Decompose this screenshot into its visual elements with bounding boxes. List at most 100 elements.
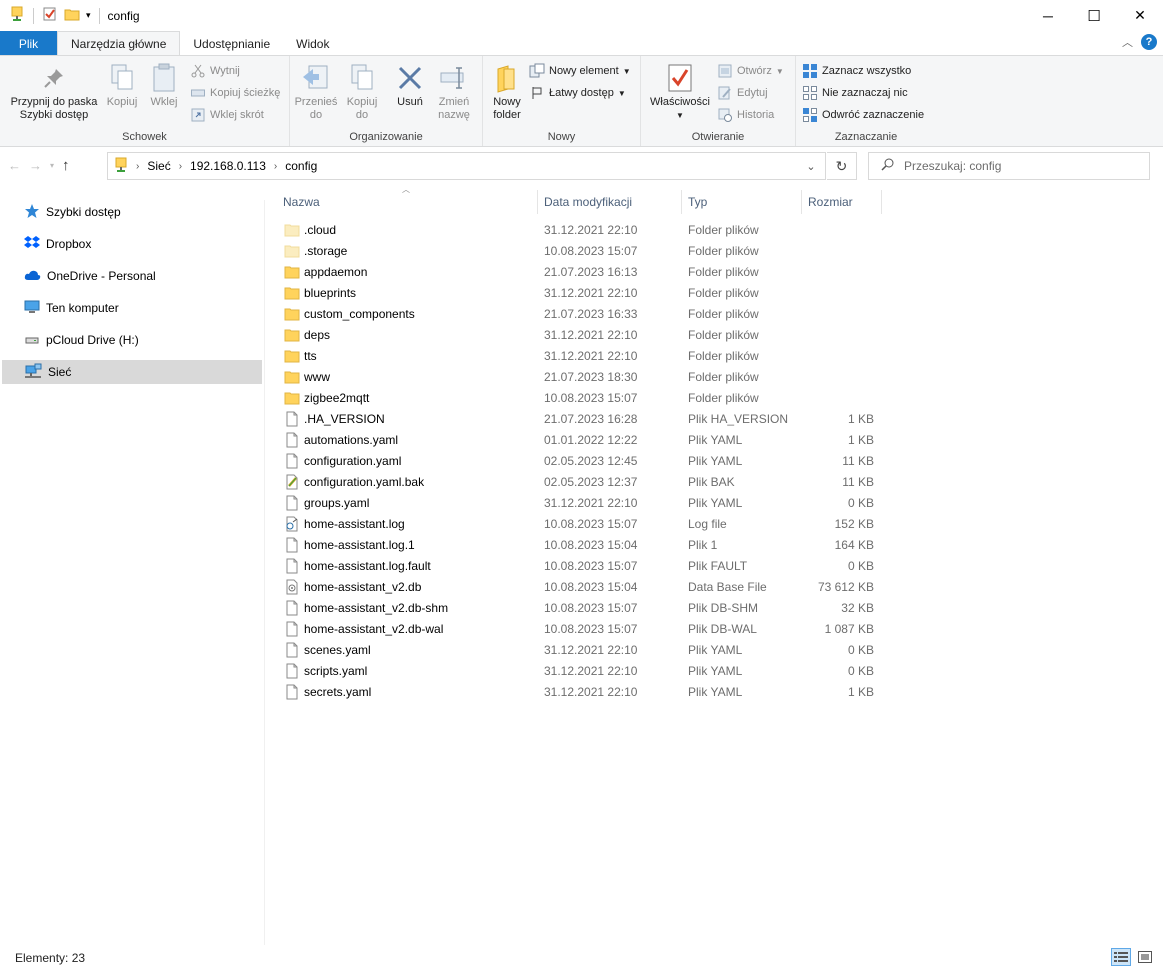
up-icon[interactable]: ↑	[62, 157, 70, 174]
sidebar-item-network[interactable]: Sieć	[2, 360, 262, 384]
file-row[interactable]: configuration.yaml 02.05.2023 12:45 Plik Y…	[276, 451, 876, 472]
file-row[interactable]: home-assistant.log 10.08.2023 15:07 Log fi…	[276, 514, 876, 535]
file-row[interactable]: .cloud 31.12.2021 22:10 Folder plików	[276, 220, 876, 241]
history-button[interactable]: Historia	[717, 106, 774, 124]
file-row[interactable]: home-assistant_v2.db 10.08.2023 15:04 Data…	[276, 577, 876, 598]
properties-icon[interactable]	[42, 6, 58, 25]
address-history-icon[interactable]: ⌄	[797, 153, 825, 179]
cut-button[interactable]: Wytnij	[190, 62, 240, 80]
file-row[interactable]: home-assistant.log.1 10.08.2023 15:04 Plik…	[276, 535, 876, 556]
pin-quick-access-button[interactable]: Przypnij do paska Szybki dostęp	[8, 62, 100, 122]
close-button[interactable]: ✕	[1117, 0, 1163, 31]
file-list: ︿ Nazwa Data modyfikacji Typ Rozmiar .cl…	[276, 185, 1156, 700]
sidebar-item-quick-access[interactable]: Szybki dostęp	[0, 200, 264, 224]
tab-file[interactable]: Plik	[0, 31, 57, 56]
column-header-name[interactable]: Nazwa	[283, 195, 320, 209]
file-row[interactable]: custom_components 21.07.2023 16:33 Folder …	[276, 304, 876, 325]
recent-locations-icon[interactable]: ▾	[50, 161, 54, 170]
copy-path-button[interactable]: Kopiuj ścieżkę	[190, 84, 280, 102]
file-row[interactable]: scenes.yaml 31.12.2021 22:10 Plik YAML 0 KB	[276, 640, 876, 661]
file-row[interactable]: www 21.07.2023 18:30 Folder plików	[276, 367, 876, 388]
file-row[interactable]: zigbee2mqtt 10.08.2023 15:07 Folder plików	[276, 388, 876, 409]
column-header-size[interactable]: Rozmiar	[808, 195, 853, 209]
tab-view[interactable]: Widok	[283, 31, 342, 56]
file-row[interactable]: configuration.yaml.bak 02.05.2023 12:37 Pl…	[276, 472, 876, 493]
invert-selection-button[interactable]: Odwróć zaznaczenie	[802, 106, 924, 124]
chevron-down-icon: ▼	[617, 88, 626, 98]
delete-button[interactable]: Usuń	[390, 62, 430, 109]
edit-button[interactable]: Edytuj	[717, 84, 768, 102]
sidebar-item-this-pc[interactable]: Ten komputer	[0, 296, 264, 320]
file-row[interactable]: appdaemon 21.07.2023 16:13 Folder plików	[276, 262, 876, 283]
new-folder-icon[interactable]	[64, 6, 80, 25]
file-row[interactable]: .storage 10.08.2023 15:07 Folder plików	[276, 241, 876, 262]
breadcrumb-host[interactable]: 192.168.0.113	[190, 159, 266, 173]
search-box[interactable]: Przeszukaj: config	[868, 152, 1150, 180]
sidebar-item-dropbox[interactable]: Dropbox	[0, 232, 264, 256]
file-size: 1 KB	[847, 685, 874, 699]
breadcrumb-config[interactable]: config	[285, 159, 317, 173]
file-row[interactable]: groups.yaml 31.12.2021 22:10 Plik YAML 0 KB	[276, 493, 876, 514]
sidebar-item-onedrive[interactable]: OneDrive - Personal	[0, 264, 264, 288]
sidebar-item-pcloud[interactable]: pCloud Drive (H:)	[0, 328, 264, 352]
copy-to-button[interactable]: Kopiuj do	[342, 62, 382, 122]
column-divider[interactable]	[681, 190, 682, 214]
file-row[interactable]: home-assistant.log.fault 10.08.2023 15:07…	[276, 556, 876, 577]
properties-button[interactable]: Właściwości ▼	[647, 62, 713, 122]
invert-selection-icon	[802, 107, 818, 123]
pane-divider[interactable]	[264, 200, 265, 945]
details-view-icon[interactable]	[1111, 948, 1131, 966]
ribbon-collapse-icon[interactable]: ︿	[1122, 34, 1133, 50]
file-row[interactable]: home-assistant_v2.db-wal 10.08.2023 15:07…	[276, 619, 876, 640]
file-name: .storage	[304, 244, 348, 258]
column-divider[interactable]	[801, 190, 802, 214]
file-name: .HA_VERSION	[304, 412, 385, 426]
tab-share[interactable]: Udostępnianie	[180, 31, 283, 56]
file-row[interactable]: tts 31.12.2021 22:10 Folder plików	[276, 346, 876, 367]
chevron-right-icon[interactable]: ›	[136, 161, 139, 172]
new-folder-button[interactable]: Nowy folder	[489, 62, 525, 122]
file-row[interactable]: deps 31.12.2021 22:10 Folder plików	[276, 325, 876, 346]
file-size: 11 KB	[842, 475, 874, 489]
large-icons-view-icon[interactable]	[1135, 948, 1155, 966]
new-item-button[interactable]: Nowy element ▼	[529, 62, 631, 80]
column-header-date[interactable]: Data modyfikacji	[544, 195, 632, 209]
tab-home[interactable]: Narzędzia główne	[57, 31, 181, 56]
chevron-right-icon[interactable]: ›	[179, 161, 182, 172]
paste-button[interactable]: Wklej	[146, 62, 182, 109]
sort-ascending-icon: ︿	[402, 185, 410, 194]
easy-access-button[interactable]: Łatwy dostęp ▼	[529, 84, 626, 102]
copy-button[interactable]: Kopiuj	[104, 62, 140, 109]
select-all-button[interactable]: Zaznacz wszystko	[802, 62, 911, 80]
open-button[interactable]: Otwórz ▼	[717, 62, 784, 80]
paste-shortcut-button[interactable]: Wklej skrót	[190, 106, 264, 124]
chevron-right-icon[interactable]: ›	[274, 161, 277, 172]
file-row[interactable]: automations.yaml 01.01.2022 12:22 Plik YAM…	[276, 430, 876, 451]
column-header-type[interactable]: Typ	[688, 195, 707, 209]
file-row[interactable]: scripts.yaml 31.12.2021 22:10 Plik YAML 0 K…	[276, 661, 876, 682]
rename-button[interactable]: Zmień nazwę	[432, 62, 476, 122]
refresh-icon[interactable]: ↻	[827, 152, 857, 180]
column-divider[interactable]	[537, 190, 538, 214]
file-row[interactable]: .HA_VERSION 21.07.2023 16:28 Plik HA_VERSI…	[276, 409, 876, 430]
select-none-button[interactable]: Nie zaznaczaj nic	[802, 84, 908, 102]
maximize-button[interactable]: ☐	[1071, 0, 1117, 31]
file-row[interactable]: home-assistant_v2.db-shm 10.08.2023 15:07…	[276, 598, 876, 619]
qat-customize-icon[interactable]: ▾	[86, 10, 91, 21]
file-row[interactable]: blueprints 31.12.2021 22:10 Folder plików	[276, 283, 876, 304]
minimize-button[interactable]: ─	[1025, 0, 1071, 31]
forward-icon[interactable]: →	[29, 158, 42, 173]
breadcrumb-network[interactable]: Sieć	[147, 159, 170, 173]
help-icon[interactable]: ?	[1141, 34, 1157, 50]
group-label-new: Nowy	[547, 131, 576, 143]
file-size: 152 KB	[834, 517, 874, 531]
pin-icon	[38, 62, 70, 94]
network-folder-icon[interactable]	[9, 6, 25, 25]
move-to-button[interactable]: Przenieś do	[294, 62, 338, 122]
file-name: home-assistant_v2.db-shm	[304, 601, 449, 615]
back-icon[interactable]: ←	[8, 158, 21, 173]
column-divider[interactable]	[881, 190, 882, 214]
file-row[interactable]: secrets.yaml 31.12.2021 22:10 Plik YAML 1 K…	[276, 682, 876, 703]
file-type: Plik YAML	[688, 643, 743, 657]
address-bar[interactable]: › Sieć › 192.168.0.113 › config ⌄	[107, 152, 826, 180]
